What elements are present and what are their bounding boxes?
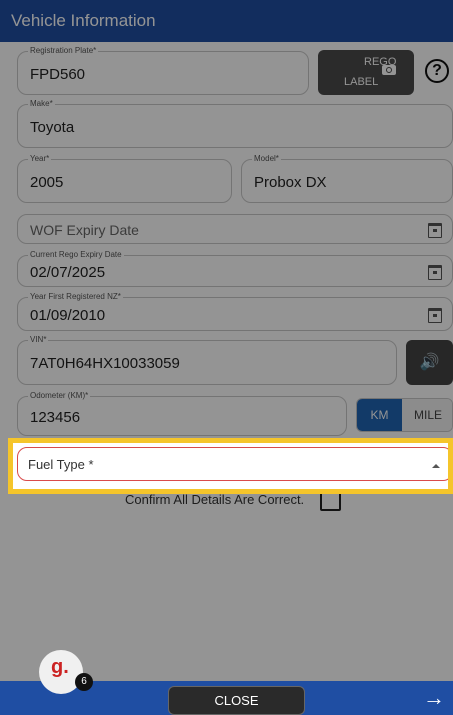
dim-overlay-top <box>0 0 453 438</box>
close-button[interactable]: CLOSE <box>168 686 305 715</box>
next-arrow-icon[interactable]: → <box>423 685 445 711</box>
notification-badge: 6 <box>75 673 93 691</box>
dim-overlay-left <box>0 438 8 494</box>
logo-letter: g. <box>51 656 69 678</box>
tutorial-highlight <box>8 438 453 494</box>
